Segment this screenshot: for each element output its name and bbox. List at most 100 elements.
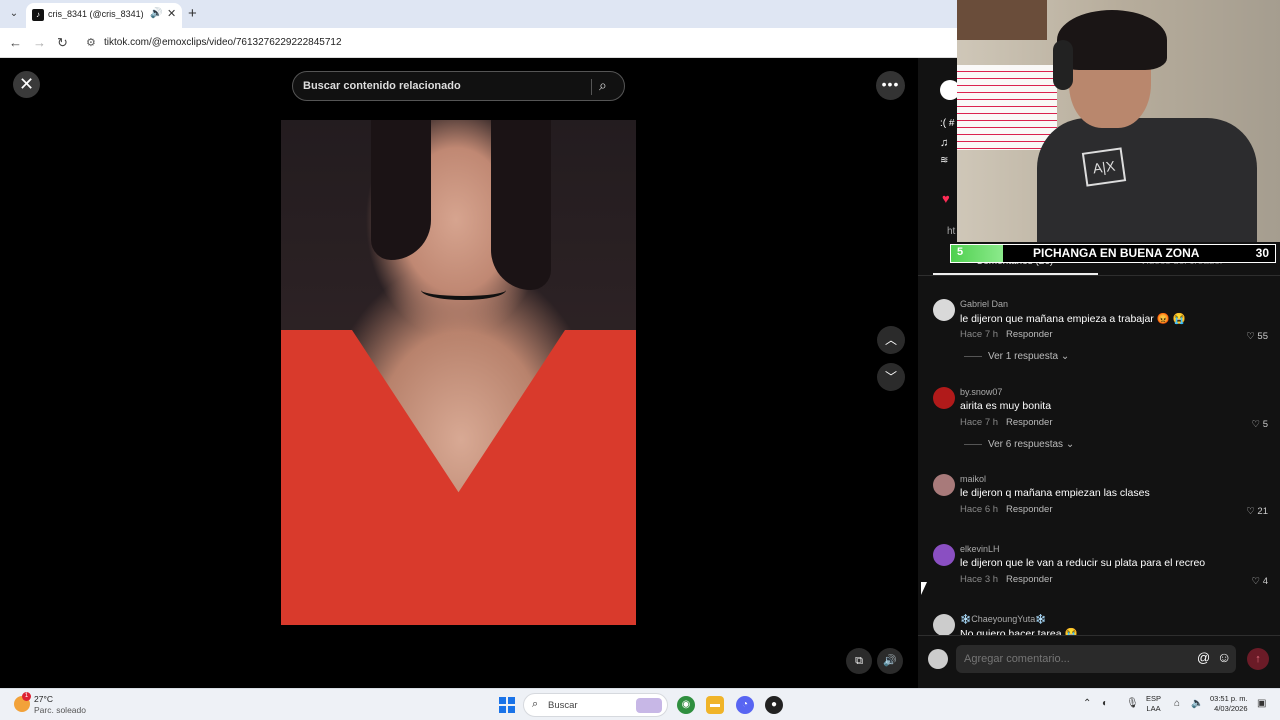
video-player[interactable] [281,120,636,625]
commenter-avatar[interactable] [933,614,955,635]
stream-score-bar: 5 PICHANGA EN BUENA ZONA 30 [950,244,1276,263]
tiktok-favicon-icon: ♪ [32,9,44,21]
view-replies-button[interactable]: Ver 6 respuestas ⌄ [964,439,1074,450]
previous-video-button[interactable]: ︿ [877,326,905,354]
view-replies-label: Ver 1 respuesta [988,351,1059,362]
comment-time: Hace 6 h [960,504,999,515]
comment-likes[interactable]: ♡ 55 [1246,331,1268,342]
commenter-avatar[interactable] [933,544,955,566]
reply-button[interactable]: Responder [1006,417,1052,428]
reply-button[interactable]: Responder [1006,329,1052,340]
reload-icon[interactable]: ↻ [57,35,68,51]
close-viewer-button[interactable]: ✕ [13,71,40,98]
related-search-box[interactable]: Buscar contenido relacionado ⌕ [292,71,625,101]
browser-tabbar: ⌄ ♪ cris_8341 (@cris_8341) | Tik 🔊 ✕ + [0,0,960,28]
heart-outline-icon[interactable]: ♡ [1252,576,1261,587]
score-right: 30 [1255,246,1269,260]
comment-meta: Hace 6 h Responder [960,504,1053,515]
url-text: tiktok.com/@emoxclips/video/761327622922… [104,37,342,48]
send-comment-button[interactable]: ↑ [1247,648,1269,670]
browser-tab-active[interactable]: ♪ cris_8341 (@cris_8341) | Tik 🔊 ✕ [26,3,182,28]
commenter-username[interactable]: ❄️ChaeyoungYuta❄️ [960,614,1046,625]
commenter-username[interactable]: Gabriel Dan [960,299,1008,309]
shirt-logo: A|X [1081,147,1127,187]
comment-time: Hace 7 h [960,417,999,428]
site-info-icon[interactable]: ⚙ [86,36,96,49]
speaker-icon[interactable]: 🔈 [1191,698,1203,709]
windows-start-icon[interactable] [499,697,515,713]
like-count: 55 [1257,331,1268,342]
more-options-button[interactable]: ••• [876,71,905,100]
webcam-detail [1057,10,1167,70]
comment-text: le dijeron q mañana empiezan las clases [960,487,1150,499]
reply-button[interactable]: Responder [1006,574,1052,585]
heart-outline-icon[interactable]: ♡ [1246,506,1255,517]
comment-item: maikol le dijeron q mañana empiezan las … [918,474,1280,524]
forward-arrow-icon[interactable]: → [33,35,46,50]
user-avatar[interactable] [928,649,948,669]
language-indicator[interactable]: ESP LAA [1146,694,1161,714]
volume-icon[interactable]: 🔊 [877,648,903,674]
emoji-icon[interactable]: ☺ [1217,649,1231,665]
comment-likes[interactable]: ♡ 21 [1246,506,1268,517]
like-heart-icon[interactable]: ♥ [942,191,950,206]
commenter-username[interactable]: maikol [960,474,986,484]
score-left: 5 [957,246,964,258]
comment-composer: @ ☺ ↑ [918,635,1280,688]
tabs-divider [918,275,1280,276]
back-arrow-icon[interactable]: ← [9,35,22,50]
music-note-icon: ♫ [940,137,949,149]
commenter-avatar[interactable] [933,299,955,321]
obs-icon[interactable]: ● [765,696,783,714]
view-replies-button[interactable]: Ver 1 respuesta ⌄ [964,351,1069,362]
comment-likes[interactable]: ♡ 5 [1252,419,1268,430]
system-clock[interactable]: 03:51 p. m. 4/03/2026 [1210,694,1248,714]
comment-item: by.snow07 airita es muy bonita Hace 7 h R… [918,387,1280,455]
comment-meta: Hace 7 h Responder [960,417,1053,428]
network-icon[interactable]: ⌂ [1174,698,1180,709]
new-tab-button[interactable]: + [188,5,197,22]
comment-input[interactable] [956,645,1236,673]
audio-playing-icon[interactable]: 🔊 [150,8,162,19]
windows-taskbar: 1 27°C Parc. soleado ⌕ Buscar ◉ ▬ ◔ ● ⌃ … [0,688,1280,720]
comment-likes[interactable]: ♡ 4 [1252,576,1268,587]
taskbar-search-label: Buscar [548,700,578,711]
notification-icon[interactable]: ▣ [1257,698,1266,709]
caption-peek: :( # [940,118,955,129]
next-video-button[interactable]: ﹀ [877,363,905,391]
webcam-overlay: A|X [957,0,1280,242]
mention-icon[interactable]: @ [1197,650,1210,665]
microphone-icon[interactable]: 🎙 [1126,698,1139,709]
comment-item: ❄️ChaeyoungYuta❄️ No quiero hacer tarea … [918,614,1280,635]
like-count: 5 [1262,419,1268,430]
commenter-username[interactable]: elkevinLH [960,544,1000,554]
file-explorer-icon[interactable]: ▬ [706,696,724,714]
chrome-icon[interactable]: ◉ [677,696,695,714]
commenter-avatar[interactable] [933,387,955,409]
tray-app-icon[interactable]: ◐ [1102,698,1108,709]
weather-description[interactable]: Parc. soleado [34,705,86,715]
tab-search-icon[interactable]: ⌄ [6,6,22,22]
chevron-down-icon: ⌄ [1065,439,1075,450]
picture-in-picture-icon[interactable]: ⧉ [846,648,872,674]
heart-outline-icon[interactable]: ♡ [1246,331,1255,342]
search-icon[interactable]: ⌕ [599,77,607,94]
weather-temperature[interactable]: 27°C [34,694,53,704]
taskbar-search[interactable]: ⌕ Buscar [523,693,668,717]
clock-time: 03:51 p. m. [1210,694,1248,703]
commenter-avatar[interactable] [933,474,955,496]
webcam-detail [957,65,1057,150]
url-field[interactable]: ⚙ tiktok.com/@emoxclips/video/7613276229… [80,32,940,54]
commenter-username[interactable]: by.snow07 [960,387,1002,397]
discord-icon[interactable]: ◔ [736,696,754,714]
reply-button[interactable]: Responder [1006,504,1052,515]
link-peek: ht [947,226,956,237]
webcam-detail [1037,118,1257,242]
tray-overflow-icon[interactable]: ⌃ [1083,698,1091,709]
video-frame-detail [491,120,551,290]
lang-line2: LAA [1146,704,1161,713]
tab-close-icon[interactable]: ✕ [167,7,176,20]
heart-outline-icon[interactable]: ♡ [1252,419,1261,430]
headset-detail [1053,40,1073,90]
video-frame-detail [371,120,431,260]
